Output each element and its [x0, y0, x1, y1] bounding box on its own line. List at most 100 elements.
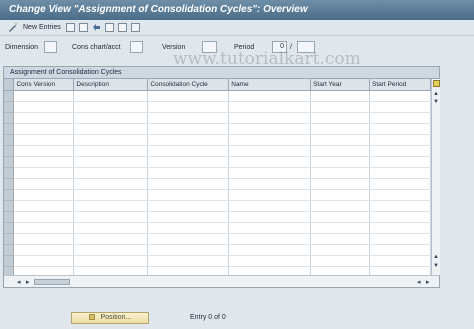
table-cell[interactable] — [147, 101, 230, 113]
deselect-all-icon[interactable] — [131, 23, 140, 33]
column-header-start-period[interactable]: Start Period — [369, 79, 431, 91]
row-selector[interactable] — [4, 266, 15, 275]
column-header-consolidation-cycle[interactable]: Consolidation Cycle — [147, 79, 230, 91]
table-cell[interactable] — [73, 123, 149, 135]
table-cell[interactable] — [13, 156, 75, 168]
horizontal-scroll-thumb[interactable] — [34, 279, 70, 285]
delete-icon[interactable] — [79, 23, 88, 33]
copy-icon[interactable] — [66, 23, 75, 33]
table-cell[interactable] — [147, 211, 230, 223]
table-cell[interactable] — [13, 244, 75, 256]
horizontal-scrollbar[interactable]: ◂ ▸ ◂ ▸ — [4, 275, 439, 287]
table-cell[interactable] — [73, 266, 149, 275]
table-cell[interactable] — [228, 189, 312, 201]
table-cell[interactable] — [228, 200, 312, 212]
row-selector[interactable] — [4, 222, 15, 234]
table-cell[interactable] — [228, 145, 312, 157]
table-cell[interactable] — [310, 222, 370, 234]
row-selector[interactable] — [4, 233, 15, 245]
table-cell[interactable] — [73, 189, 149, 201]
table-cell[interactable] — [147, 123, 230, 135]
table-cell[interactable] — [228, 233, 312, 245]
table-cell[interactable] — [73, 233, 149, 245]
table-cell[interactable] — [13, 233, 75, 245]
table-cell[interactable] — [73, 255, 149, 267]
table-cell[interactable] — [147, 255, 230, 267]
table-cell[interactable] — [228, 112, 312, 124]
scroll-left-end-icon[interactable]: ◂ — [417, 278, 421, 286]
table-cell[interactable] — [73, 112, 149, 124]
row-selector[interactable] — [4, 123, 15, 135]
table-cell[interactable] — [73, 178, 149, 190]
table-cell[interactable] — [73, 211, 149, 223]
table-cell[interactable] — [228, 167, 312, 179]
table-cell[interactable] — [73, 101, 149, 113]
scroll-up-icon[interactable]: ▲ — [433, 91, 439, 97]
row-selector[interactable] — [4, 145, 15, 157]
table-cell[interactable] — [369, 244, 431, 256]
table-cell[interactable] — [147, 233, 230, 245]
table-cell[interactable] — [73, 156, 149, 168]
table-cell[interactable] — [228, 222, 312, 234]
table-cell[interactable] — [310, 178, 370, 190]
table-cell[interactable] — [147, 222, 230, 234]
new-entries-button[interactable]: New Entries — [23, 24, 61, 31]
table-cell[interactable] — [13, 101, 75, 113]
table-cell[interactable] — [228, 123, 312, 135]
table-cell[interactable] — [13, 222, 75, 234]
row-selector[interactable] — [4, 90, 15, 102]
position-button[interactable]: Position... — [71, 312, 149, 324]
table-cell[interactable] — [310, 145, 370, 157]
table-cell[interactable] — [310, 167, 370, 179]
table-cell[interactable] — [13, 211, 75, 223]
table-cell[interactable] — [310, 233, 370, 245]
table-cell[interactable] — [369, 156, 431, 168]
table-cell[interactable] — [13, 123, 75, 135]
table-cell[interactable] — [310, 189, 370, 201]
select-all-cell[interactable] — [4, 79, 15, 91]
table-cell[interactable] — [147, 112, 230, 124]
row-selector[interactable] — [4, 211, 15, 223]
undo-icon[interactable] — [92, 23, 101, 33]
table-cell[interactable] — [228, 90, 312, 102]
page-down-icon[interactable]: ▼ — [433, 99, 439, 105]
select-all-icon[interactable] — [105, 23, 114, 33]
table-cell[interactable] — [13, 178, 75, 190]
table-cell[interactable] — [310, 134, 370, 146]
table-cell[interactable] — [369, 222, 431, 234]
table-cell[interactable] — [73, 167, 149, 179]
table-cell[interactable] — [13, 134, 75, 146]
row-selector[interactable] — [4, 244, 15, 256]
table-cell[interactable] — [310, 90, 370, 102]
table-cell[interactable] — [369, 112, 431, 124]
scroll-right-icon[interactable]: ▸ — [26, 278, 30, 286]
table-cell[interactable] — [369, 90, 431, 102]
row-selector[interactable] — [4, 167, 15, 179]
table-cell[interactable] — [147, 244, 230, 256]
table-cell[interactable] — [310, 266, 370, 275]
column-header-start-year[interactable]: Start Year — [310, 79, 370, 91]
table-cell[interactable] — [73, 145, 149, 157]
scroll-down-icon[interactable]: ▼ — [433, 263, 439, 269]
table-cell[interactable] — [228, 101, 312, 113]
table-cell[interactable] — [73, 200, 149, 212]
table-cell[interactable] — [228, 178, 312, 190]
table-cell[interactable] — [228, 255, 312, 267]
table-cell[interactable] — [369, 178, 431, 190]
row-selector[interactable] — [4, 156, 15, 168]
column-settings-icon[interactable] — [433, 80, 440, 87]
table-cell[interactable] — [147, 167, 230, 179]
table-cell[interactable] — [147, 266, 230, 275]
table-cell[interactable] — [369, 255, 431, 267]
table-cell[interactable] — [13, 167, 75, 179]
display-change-icon[interactable] — [8, 23, 17, 33]
column-header-cons-version[interactable]: Cons Version — [13, 79, 75, 91]
table-cell[interactable] — [310, 244, 370, 256]
table-cell[interactable] — [310, 123, 370, 135]
row-selector[interactable] — [4, 112, 15, 124]
table-cell[interactable] — [369, 200, 431, 212]
dimension-field[interactable] — [44, 41, 57, 53]
table-cell[interactable] — [147, 145, 230, 157]
table-cell[interactable] — [310, 101, 370, 113]
table-cell[interactable] — [228, 266, 312, 275]
